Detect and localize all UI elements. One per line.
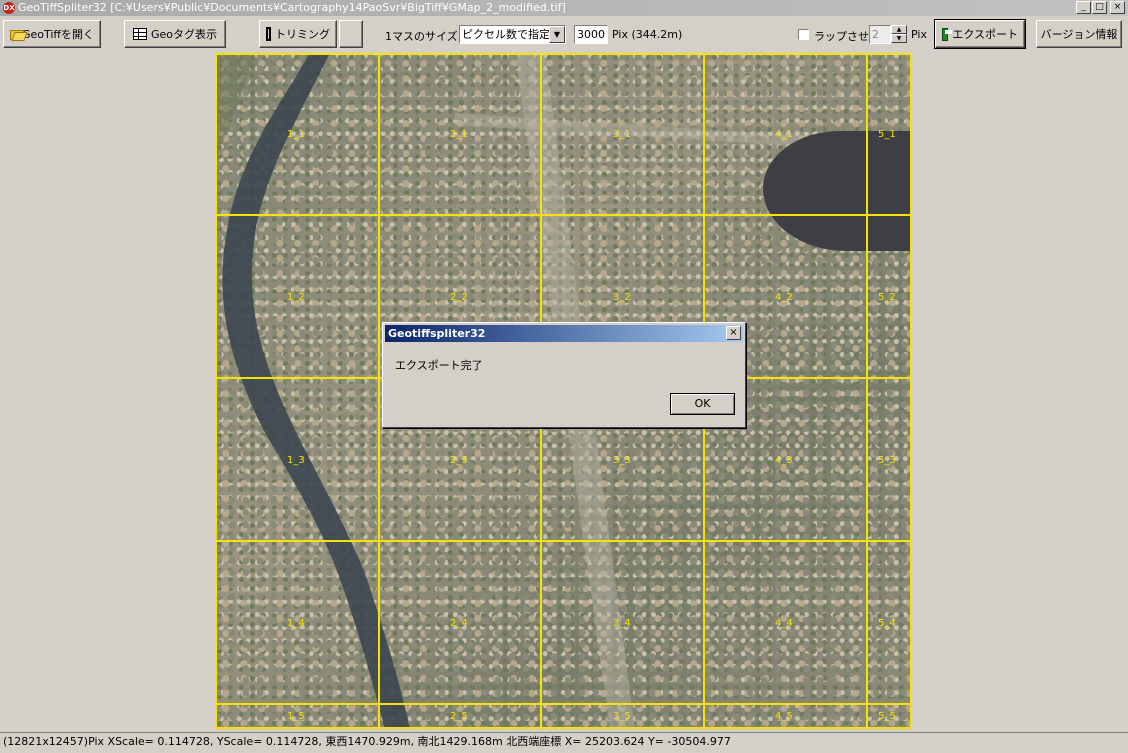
- cell-size-label: 1マスのサイズ:: [385, 30, 462, 43]
- cell-label: 2_1: [450, 129, 468, 140]
- wrap-unit-label: Pix: [911, 28, 927, 41]
- folder-open-icon: [10, 28, 24, 41]
- grid-line: [215, 214, 912, 216]
- status-text: (12821x12457)Pix XScale= 0.114728, YScal…: [3, 735, 731, 748]
- spin-up-icon[interactable]: ▲: [891, 25, 907, 34]
- blank-button[interactable]: [339, 20, 363, 48]
- wrap-checkbox[interactable]: [798, 29, 809, 40]
- dialog-message: エクスポート完了: [395, 359, 483, 372]
- cell-label: 5_1: [878, 129, 896, 140]
- app-icon: DX: [3, 2, 15, 14]
- export-button[interactable]: エクスポート: [934, 19, 1026, 49]
- cell-label: 2_3: [450, 455, 468, 466]
- show-geotag-button[interactable]: Geoタグ表示: [124, 20, 226, 48]
- pixel-size-input[interactable]: 3000: [574, 25, 608, 44]
- cell-label: 1_3: [287, 455, 305, 466]
- cell-label: 3_3: [613, 455, 631, 466]
- dialog-title: Geotiffspliter32: [388, 327, 486, 340]
- grid-line: [215, 53, 912, 55]
- cell-label: 5_2: [878, 292, 896, 303]
- version-info-button[interactable]: バージョン情報: [1036, 20, 1122, 48]
- save-icon: [942, 27, 953, 41]
- cell-label: 3_5: [613, 711, 631, 722]
- grid-line: [910, 53, 912, 729]
- grid-line: [215, 727, 912, 729]
- open-geotiff-button[interactable]: GeoTiffを開く: [3, 20, 101, 48]
- crop-icon: [266, 27, 271, 41]
- toolbar: GeoTiffを開く Geoタグ表示 トリミング 1マスのサイズ: ピクセル数で…: [0, 17, 1128, 51]
- open-geotiff-label: GeoTiffを開く: [21, 28, 94, 41]
- cell-label: 4_1: [775, 129, 793, 140]
- cell-label: 4_2: [775, 292, 793, 303]
- trim-label: トリミング: [275, 28, 330, 41]
- cell-label: 1_5: [287, 711, 305, 722]
- status-bar: (12821x12457)Pix XScale= 0.114728, YScal…: [0, 732, 1128, 753]
- export-label: エクスポート: [952, 28, 1018, 41]
- cell-label: 5_3: [878, 455, 896, 466]
- maximize-button[interactable]: □: [1092, 1, 1107, 14]
- cell-label: 2_2: [450, 292, 468, 303]
- version-info-label: バージョン情報: [1040, 28, 1118, 41]
- cell-label: 3_1: [613, 129, 631, 140]
- grid-line: [215, 703, 912, 705]
- cell-label: 4_5: [775, 711, 793, 722]
- size-mode-select[interactable]: ピクセル数で指定 ▼: [459, 25, 566, 44]
- size-mode-value: ピクセル数で指定: [462, 28, 550, 41]
- close-button[interactable]: ×: [1110, 1, 1125, 14]
- wrap-pixel-input[interactable]: 2: [869, 25, 891, 44]
- dialog-title-bar: Geotiffspliter32 ×: [385, 325, 743, 342]
- spin-down-icon[interactable]: ▼: [891, 34, 907, 43]
- grid-line: [378, 53, 380, 729]
- grid-line: [215, 540, 912, 542]
- grid-line: [215, 53, 217, 729]
- cell-label: 1_1: [287, 129, 305, 140]
- cell-label: 2_5: [450, 711, 468, 722]
- cell-label: 5_4: [878, 618, 896, 629]
- cell-label: 3_4: [613, 618, 631, 629]
- title-bar: DX GeoTiffSpliter32 [C:¥Users¥Public¥Doc…: [0, 0, 1128, 16]
- pixel-info-text: Pix (344.2m): [612, 28, 683, 41]
- cell-label: 5_5: [878, 711, 896, 722]
- cell-label: 1_4: [287, 618, 305, 629]
- table-icon: [132, 28, 147, 40]
- window-title: GeoTiffSpliter32 [C:¥Users¥Public¥Docume…: [18, 1, 566, 14]
- cell-label: 3_2: [613, 292, 631, 303]
- show-geotag-label: Geoタグ表示: [150, 28, 218, 41]
- wrap-spinner[interactable]: ▲ ▼: [891, 25, 907, 44]
- grid-line: [866, 53, 868, 729]
- trim-button[interactable]: トリミング: [259, 20, 337, 48]
- ok-button[interactable]: OK: [670, 393, 735, 415]
- dialog-close-button[interactable]: ×: [726, 326, 741, 340]
- minimize-button[interactable]: _: [1076, 1, 1091, 14]
- export-complete-dialog: Geotiffspliter32 × エクスポート完了 OK: [382, 322, 746, 428]
- cell-label: 4_4: [775, 618, 793, 629]
- cell-label: 4_3: [775, 455, 793, 466]
- cell-label: 1_2: [287, 292, 305, 303]
- chevron-down-icon[interactable]: ▼: [549, 26, 565, 43]
- cell-label: 2_4: [450, 618, 468, 629]
